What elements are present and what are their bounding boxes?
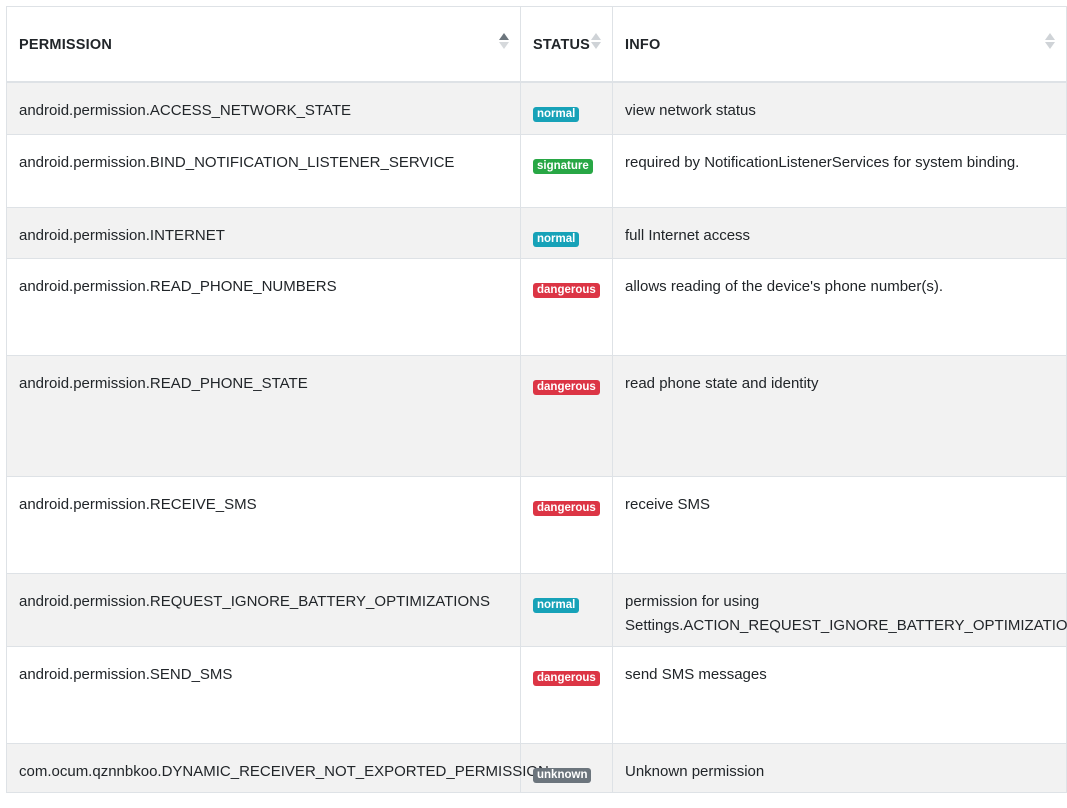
table-row: android.permission.READ_PHONE_STATE dang… — [6, 354, 1067, 477]
sort-icon — [1045, 33, 1055, 53]
info-cell: Unknown permission — [612, 742, 1067, 793]
info-cell: required by NotificationListenerServices… — [612, 133, 1067, 208]
column-header-info[interactable]: INFO — [612, 6, 1067, 83]
status-cell: dangerous — [520, 257, 613, 356]
table-row: android.permission.BIND_NOTIFICATION_LIS… — [6, 133, 1067, 208]
sort-ascending-icon — [499, 33, 509, 53]
permission-cell: android.permission.INTERNET — [6, 206, 521, 259]
status-badge: dangerous — [533, 282, 600, 298]
column-header-label: INFO — [625, 37, 661, 53]
permission-cell: com.ocum.qznnbkoo.DYNAMIC_RECEIVER_NOT_E… — [6, 742, 549, 793]
column-header-label: STATUS — [533, 37, 591, 53]
permission-cell: android.permission.BIND_NOTIFICATION_LIS… — [6, 133, 521, 208]
status-badge: dangerous — [533, 379, 600, 395]
permission-cell: android.permission.READ_PHONE_STATE — [6, 354, 521, 477]
info-cell: receive SMS — [612, 475, 1067, 574]
column-header-permission[interactable]: PERMISSION — [6, 6, 521, 83]
table-header: PERMISSION STATUS INFO — [6, 6, 1067, 83]
table-body: android.permission.ACCESS_NETWORK_STATE … — [6, 81, 1067, 793]
column-header-status[interactable]: STATUS — [520, 6, 613, 83]
info-cell: permission for using Settings.ACTION_REQ… — [612, 572, 1067, 647]
table-row: android.permission.REQUEST_IGNORE_BATTER… — [6, 572, 1067, 647]
table-row: android.permission.ACCESS_NETWORK_STATE … — [6, 81, 1067, 135]
status-badge: unknown — [533, 767, 592, 783]
column-header-label: PERMISSION — [19, 37, 113, 53]
status-cell: signature — [520, 133, 613, 208]
table-row: android.permission.INTERNET normal full … — [6, 206, 1067, 259]
status-cell: normal — [520, 572, 613, 647]
status-badge: normal — [533, 231, 580, 247]
info-cell: view network status — [612, 81, 1067, 135]
sort-icon — [591, 33, 601, 53]
status-cell: unknown — [520, 742, 613, 793]
permission-cell: android.permission.READ_PHONE_NUMBERS — [6, 257, 521, 356]
status-badge: dangerous — [533, 670, 600, 686]
info-cell: send SMS messages — [612, 645, 1067, 744]
status-cell: dangerous — [520, 475, 613, 574]
table-row: android.permission.SEND_SMS dangerous se… — [6, 645, 1067, 744]
permissions-table-container: PERMISSION STATUS INFO android.permissio… — [6, 6, 1067, 793]
table-row: com.ocum.qznnbkoo.DYNAMIC_RECEIVER_NOT_E… — [6, 742, 1067, 793]
status-cell: dangerous — [520, 645, 613, 744]
permissions-table: PERMISSION STATUS INFO android.permissio… — [6, 6, 1067, 793]
status-badge: normal — [533, 107, 580, 122]
info-cell: allows reading of the device's phone num… — [612, 257, 1067, 356]
status-badge: dangerous — [533, 500, 600, 516]
status-cell: normal — [520, 81, 613, 135]
table-row: android.permission.RECEIVE_SMS dangerous… — [6, 475, 1067, 574]
status-badge: normal — [533, 597, 580, 613]
permission-cell: android.permission.SEND_SMS — [6, 645, 521, 744]
permission-cell: android.permission.ACCESS_NETWORK_STATE — [6, 81, 521, 135]
permission-cell: android.permission.REQUEST_IGNORE_BATTER… — [6, 572, 521, 647]
status-cell: normal — [520, 206, 613, 259]
status-badge: signature — [533, 158, 593, 174]
permission-cell: android.permission.RECEIVE_SMS — [6, 475, 521, 574]
info-cell: read phone state and identity — [612, 354, 1067, 477]
status-cell: dangerous — [520, 354, 613, 477]
info-cell: full Internet access — [612, 206, 1067, 259]
table-row: android.permission.READ_PHONE_NUMBERS da… — [6, 257, 1067, 356]
